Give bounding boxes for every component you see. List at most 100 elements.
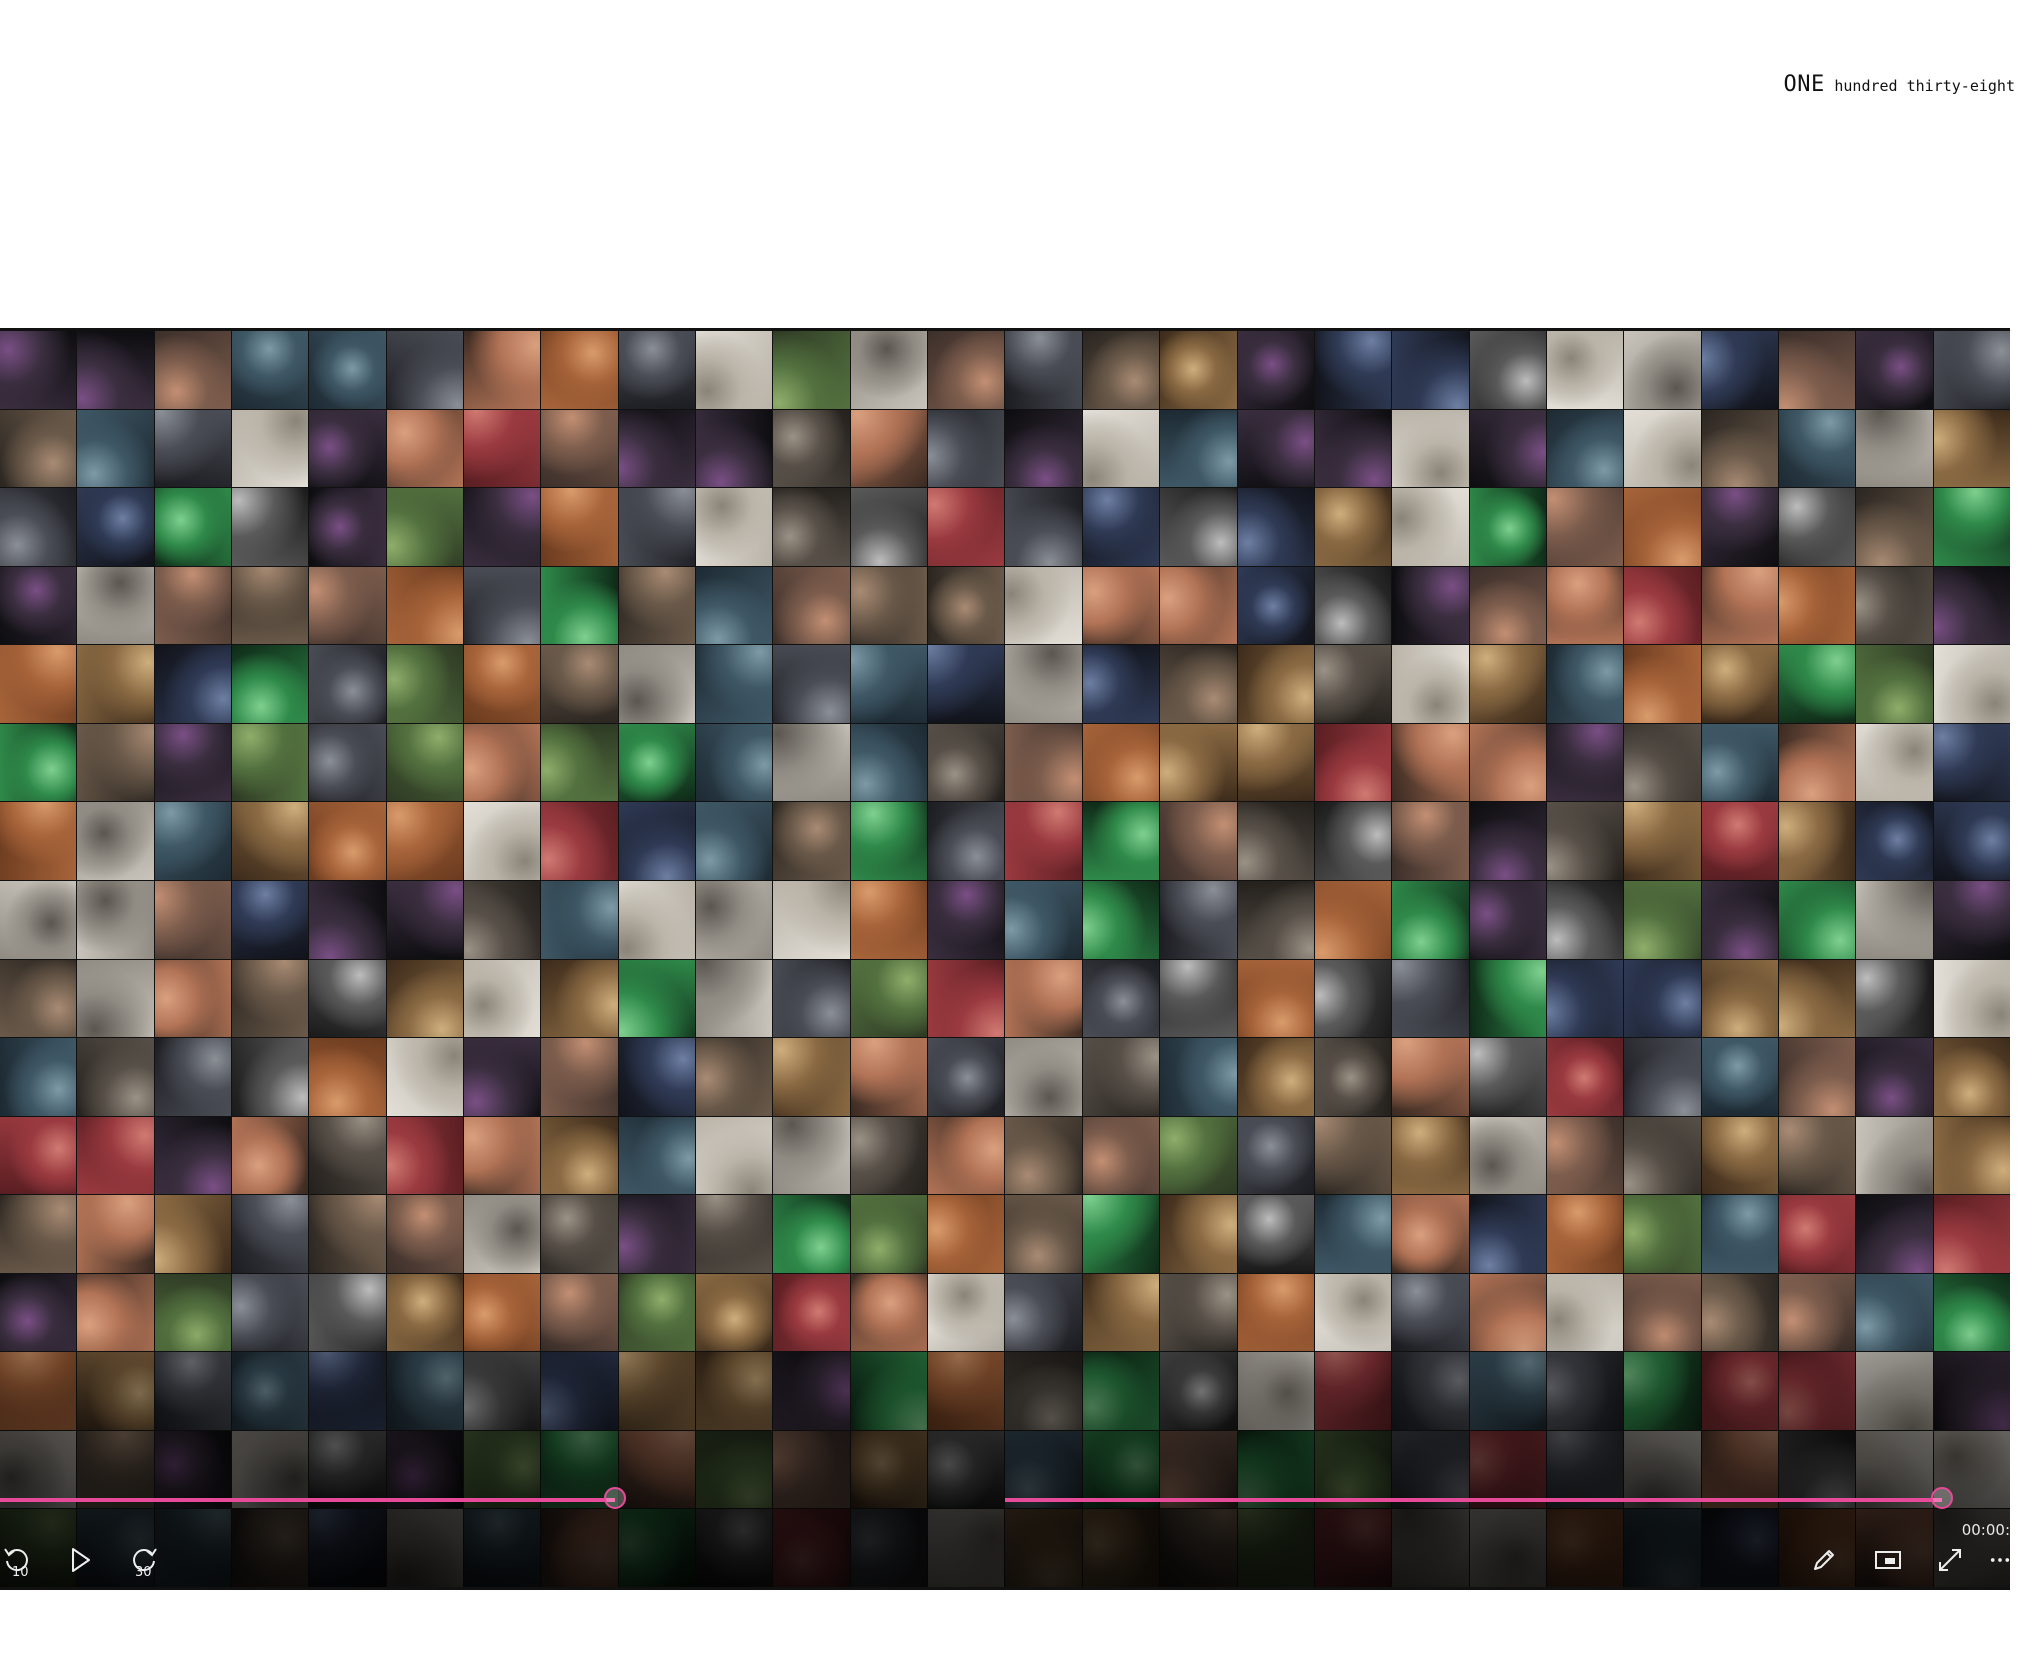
- thumbnail-tile: [1624, 645, 1701, 723]
- thumbnail-tile: [1469, 802, 1546, 880]
- thumbnail-tile: [1237, 959, 1314, 1038]
- thumbnail-tile: [1778, 1038, 1856, 1116]
- thumbnail-tile: [1392, 1352, 1469, 1430]
- thumbnail-tile: [850, 645, 928, 723]
- thumbnail-tile: [0, 488, 77, 566]
- seek-handle-right[interactable]: [1930, 1487, 1953, 1509]
- annotate-button[interactable]: [1808, 1543, 1840, 1577]
- page-caption: ONE hundred thirty-eight: [1783, 72, 2015, 97]
- thumbnail-tile: [1392, 488, 1469, 566]
- thumbnail-tile: [1392, 331, 1469, 409]
- thumbnail-tile: [1856, 566, 1933, 645]
- thumbnail-tile: [1082, 331, 1160, 409]
- thumbnail-tile: [1778, 1195, 1856, 1273]
- thumbnail-tile: [1314, 1116, 1392, 1195]
- thumbnail-tile: [232, 1352, 309, 1430]
- thumbnail-tile: [1624, 959, 1701, 1038]
- thumbnail-tile: [154, 959, 232, 1038]
- thumbnail-tile: [1624, 409, 1701, 488]
- thumbnail-tile: [309, 1352, 386, 1430]
- thumbnail-tile: [0, 1116, 77, 1195]
- play-button[interactable]: [66, 1543, 96, 1577]
- thumbnail-tile: [386, 959, 464, 1038]
- thumbnail-tile: [309, 1116, 386, 1195]
- mini-player-icon: [1875, 1551, 1901, 1569]
- thumbnail-tile: [696, 1116, 773, 1195]
- thumbnail-tile: [77, 566, 154, 645]
- thumbnail-tile: [1546, 959, 1624, 1038]
- fullscreen-icon: [1939, 1549, 1961, 1571]
- replay-10-button[interactable]: 10: [0, 1543, 34, 1580]
- thumbnail-tile: [618, 566, 696, 645]
- thumbnail-tile: [0, 1195, 77, 1273]
- thumbnail-tile: [77, 1195, 154, 1273]
- thumbnail-tile: [696, 802, 773, 880]
- thumbnail-tile: [1082, 1509, 1160, 1587]
- thumbnail-tile: [232, 1509, 309, 1587]
- video-player[interactable]: 00:00: 10 30: [0, 328, 2010, 1590]
- thumbnail-tile: [386, 802, 464, 880]
- thumbnail-tile: [1392, 723, 1469, 802]
- thumbnail-tile: [77, 331, 154, 409]
- thumbnail-tile: [1933, 1352, 2010, 1430]
- thumbnail-tile: [1005, 645, 1082, 723]
- thumbnail-tile: [154, 1273, 232, 1352]
- thumbnail-tile: [850, 802, 928, 880]
- thumbnail-tile: [386, 1509, 464, 1587]
- thumbnail-tile: [1392, 1195, 1469, 1273]
- thumbnail-tile: [464, 1273, 541, 1352]
- seek-track-left: [0, 1498, 616, 1502]
- thumbnail-tile: [541, 488, 618, 566]
- mini-player-button[interactable]: [1872, 1543, 1904, 1577]
- thumbnail-tile: [618, 723, 696, 802]
- thumbnail-tile: [1701, 1352, 1778, 1430]
- thumbnail-tile: [773, 959, 850, 1038]
- thumbnail-tile: [1469, 1509, 1546, 1587]
- thumbnail-tile: [696, 1038, 773, 1116]
- caption-emphasis: ONE: [1783, 72, 1825, 97]
- thumbnail-tile: [850, 1195, 928, 1273]
- thumbnail-tile: [1701, 566, 1778, 645]
- thumbnail-tile: [1469, 331, 1546, 409]
- forward-30-button[interactable]: 30: [127, 1543, 161, 1580]
- thumbnail-tile: [1160, 723, 1237, 802]
- thumbnail-tile: [232, 723, 309, 802]
- more-button[interactable]: [1990, 1543, 2010, 1577]
- thumbnail-tile: [386, 1116, 464, 1195]
- thumbnail-tile: [696, 880, 773, 959]
- thumbnail-tile: [232, 1273, 309, 1352]
- thumbnail-tile: [696, 1195, 773, 1273]
- thumbnail-tile: [1469, 1195, 1546, 1273]
- thumbnail-tile: [1856, 1116, 1933, 1195]
- thumbnail-tile: [618, 331, 696, 409]
- thumbnail-tile: [1546, 1273, 1624, 1352]
- thumbnail-tile: [1701, 645, 1778, 723]
- seek-bar[interactable]: [0, 1487, 2010, 1510]
- thumbnail-tile: [1160, 331, 1237, 409]
- thumbnail-tile: [1160, 566, 1237, 645]
- thumbnail-tile: [464, 1352, 541, 1430]
- thumbnail-tile: [154, 802, 232, 880]
- thumbnail-tile: [386, 1352, 464, 1430]
- thumbnail-tile: [464, 409, 541, 488]
- thumbnail-tile: [1392, 959, 1469, 1038]
- thumbnail-tile: [850, 1273, 928, 1352]
- thumbnail-tile: [1082, 959, 1160, 1038]
- seek-handle-left[interactable]: [604, 1487, 627, 1509]
- thumbnail-tile: [541, 802, 618, 880]
- thumbnail-tile: [541, 880, 618, 959]
- thumbnail-tile: [1392, 1038, 1469, 1116]
- thumbnail-tile: [77, 723, 154, 802]
- thumbnail-tile: [541, 723, 618, 802]
- thumbnail-tile: [1624, 1195, 1701, 1273]
- thumbnail-tile: [1778, 880, 1856, 959]
- thumbnail-tile: [1933, 645, 2010, 723]
- fullscreen-button[interactable]: [1934, 1543, 1966, 1577]
- thumbnail-tile: [618, 1116, 696, 1195]
- thumbnail-tile: [0, 1038, 77, 1116]
- thumbnail-tile: [386, 1273, 464, 1352]
- thumbnail-tile: [773, 1116, 850, 1195]
- thumbnail-tile: [1546, 1038, 1624, 1116]
- thumbnail-tile: [1933, 959, 2010, 1038]
- thumbnail-tile: [1469, 880, 1546, 959]
